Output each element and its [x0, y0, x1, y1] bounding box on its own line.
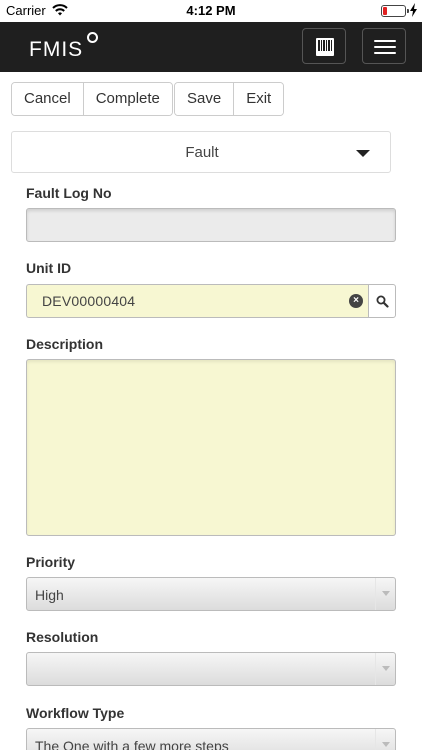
- secondary-button-group: Save Exit: [174, 82, 285, 116]
- workflow-type-select[interactable]: The One with a few more steps: [26, 728, 396, 750]
- app-header: FMIS: [0, 22, 422, 72]
- chevron-down-icon: [356, 150, 370, 157]
- exit-button[interactable]: Exit: [234, 83, 284, 115]
- charging-bolt-icon: [410, 3, 417, 17]
- chevron-down-icon: [382, 591, 390, 596]
- search-icon: [376, 295, 389, 308]
- barcode-scan-icon: [316, 38, 334, 56]
- unit-search-button[interactable]: [368, 284, 396, 318]
- chevron-down-icon: [382, 666, 390, 671]
- workflow-type-value: The One with a few more steps: [35, 738, 229, 750]
- chevron-down-icon: [382, 742, 390, 747]
- battery-icon: [381, 5, 409, 17]
- description-label: Description: [26, 336, 104, 352]
- record-type-select[interactable]: Fault: [11, 131, 391, 173]
- action-toolbar: Cancel Complete Save Exit: [0, 72, 422, 124]
- clear-input-icon[interactable]: ×: [349, 294, 363, 308]
- app-logo: FMIS: [29, 38, 84, 61]
- workflow-type-label: Workflow Type: [26, 705, 125, 721]
- unit-id-input[interactable]: DEV00000404 ×: [26, 284, 369, 318]
- primary-button-group: Cancel Complete: [11, 82, 173, 116]
- priority-label: Priority: [26, 554, 76, 570]
- hamburger-menu-icon: [374, 40, 396, 42]
- status-bar: Carrier 4:12 PM: [0, 0, 422, 22]
- status-time: 4:12 PM: [186, 3, 236, 18]
- resolution-label: Resolution: [26, 629, 99, 645]
- description-textarea[interactable]: [26, 359, 396, 536]
- logo-mark-icon: [87, 32, 98, 43]
- save-button[interactable]: Save: [175, 83, 235, 115]
- resolution-select[interactable]: [26, 652, 396, 686]
- fault-log-no-field: [26, 208, 396, 242]
- record-type-value: Fault: [185, 144, 219, 161]
- fault-log-no-label: Fault Log No: [26, 185, 112, 201]
- cancel-button[interactable]: Cancel: [12, 83, 84, 115]
- barcode-scan-button[interactable]: [302, 28, 346, 64]
- unit-id-label: Unit ID: [26, 260, 72, 276]
- menu-button[interactable]: [362, 28, 406, 64]
- complete-button[interactable]: Complete: [83, 83, 172, 115]
- priority-select[interactable]: High: [26, 577, 396, 611]
- unit-id-value: DEV00000404: [42, 293, 136, 309]
- priority-value: High: [35, 587, 64, 603]
